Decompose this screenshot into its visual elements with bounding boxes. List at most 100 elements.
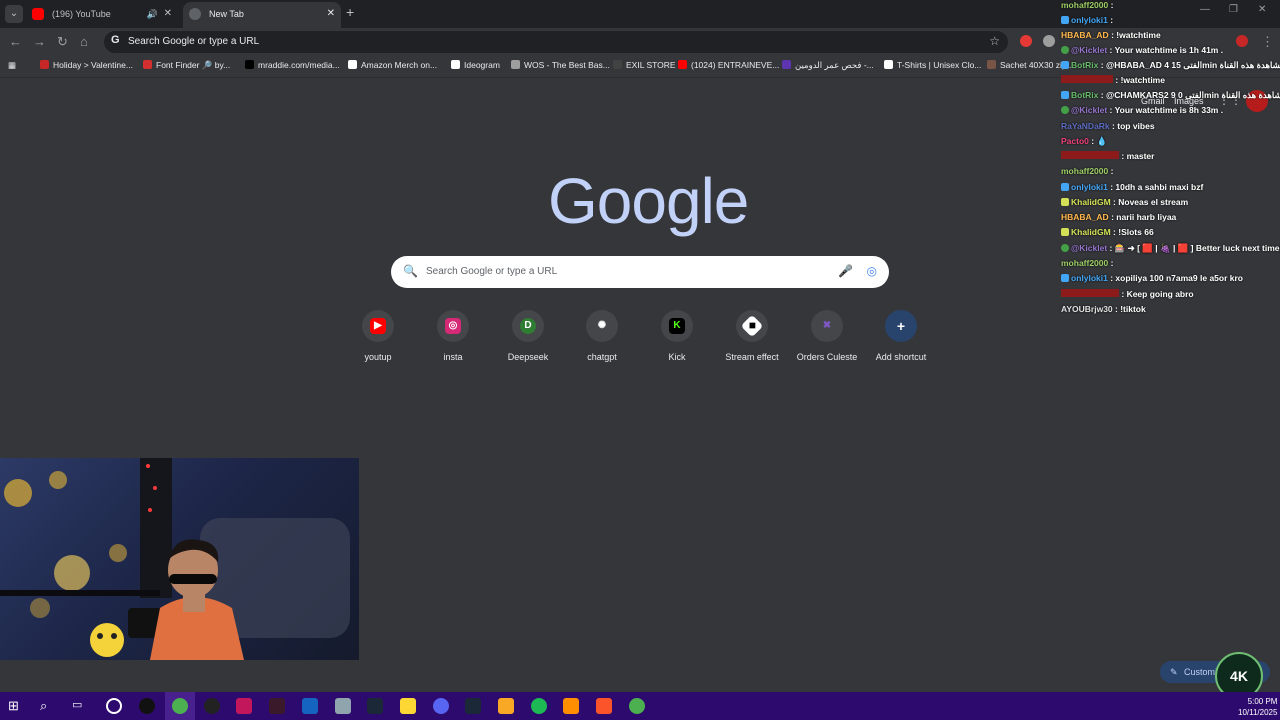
chat-message: @Kicklet : 🎰 ➜ [ 🟥 | 🍇 | 🟥 ] Better luck…	[1061, 243, 1280, 254]
address-bar[interactable]: G Search Google or type a URL ☆	[104, 31, 1008, 53]
bookmark-item[interactable]: (1024) ENTRAINEVE...	[678, 60, 779, 70]
reload-icon[interactable]: ↻	[57, 34, 68, 50]
shortcut-orders-culeste[interactable]: ✖ Orders Culeste	[787, 310, 867, 362]
bookmark-item[interactable]: T-Shirts | Unisex Clo...	[884, 60, 981, 70]
files-icon[interactable]	[498, 698, 514, 714]
chat-message: @Kicklet : Your watchtime is 1h 41m .	[1061, 45, 1223, 55]
bookmark-item[interactable]: Font Finder 🔎 by...	[143, 60, 230, 71]
microphone-icon[interactable]: 🎤	[838, 264, 853, 278]
bookmark-item[interactable]: فحص عمر الدومين -...	[782, 60, 874, 71]
chat-message: BotRix : @CHAMKARS2 9 الفتى 0min مشاهدة …	[1061, 90, 1280, 101]
chat-message: : Keep going abro	[1061, 289, 1194, 299]
bookmark-item[interactable]: Amazon Merch on...	[348, 60, 437, 70]
speaker-icon[interactable]: 🔊	[147, 2, 158, 26]
google-logo: Google	[548, 165, 749, 237]
bookmark-item[interactable]: Holiday > Valentine...	[40, 60, 133, 70]
system-clock[interactable]: 5:00 PM 10/11/2025	[1238, 696, 1277, 718]
explorer-icon[interactable]	[400, 698, 416, 714]
shortcut-kick[interactable]: K Kick	[637, 310, 717, 362]
app-icon[interactable]	[335, 698, 351, 714]
chat-message: onlyloki1 : xopiliya 100 n7ama9 le a5or …	[1061, 273, 1243, 283]
shortcut-stream-effect[interactable]: ◆ Stream effect	[712, 310, 792, 362]
app-icon[interactable]	[269, 698, 285, 714]
bookmark-star-icon[interactable]: ☆	[989, 34, 1000, 48]
bookmark-favicon-icon	[451, 60, 460, 69]
stream-chat-overlay: mohaff2000 : onlyloki1 : HBABA_AD : !wat…	[1058, 0, 1280, 320]
address-input[interactable]: Search Google or type a URL	[128, 36, 259, 47]
bookmark-item[interactable]: WOS - The Best Bas...	[511, 60, 610, 70]
cortana-icon[interactable]	[106, 698, 122, 714]
chat-message: RaYaNDaRk : top vibes	[1061, 121, 1155, 131]
home-icon[interactable]: ⌂	[80, 34, 88, 49]
drop-emote-icon: 💧	[1096, 136, 1108, 146]
forward-icon[interactable]: →	[33, 34, 46, 49]
chat-message: HBABA_AD : !watchtime	[1061, 30, 1161, 40]
badge-icon	[1061, 91, 1069, 99]
new-tab-button[interactable]: +	[346, 4, 354, 20]
search-icon[interactable]: ⌕	[40, 698, 56, 714]
google-icon: G	[111, 34, 120, 46]
close-tab-icon[interactable]: ✕	[327, 2, 335, 26]
bookmark-item[interactable]: mraddie.com/media...	[245, 60, 340, 70]
chrome-icon[interactable]	[172, 698, 188, 714]
youtube-icon	[32, 8, 44, 20]
steam-icon[interactable]	[367, 698, 383, 714]
windows-icon[interactable]: ⊞	[8, 698, 24, 714]
bookmark-item[interactable]: EXIL STORE	[613, 60, 676, 70]
webcam-scene	[0, 458, 350, 660]
chat-message: : !watchtime	[1061, 75, 1165, 85]
bookmark-favicon-icon	[613, 60, 622, 69]
taskview-icon[interactable]: ▭	[72, 698, 88, 714]
spotify-icon[interactable]	[531, 698, 547, 714]
close-tab-icon[interactable]: ✕	[164, 2, 172, 26]
webcam-overlay	[0, 458, 359, 660]
kick-icon: K	[669, 318, 685, 334]
tab-title: New Tab	[209, 9, 244, 19]
search-icon: 🔍	[403, 264, 418, 278]
culeste-icon: ✖	[822, 320, 832, 331]
taskbar: ⊞ ⌕ ▭ 5:00 PM 10/11/2025	[0, 692, 1280, 720]
extension-icon[interactable]	[1043, 35, 1055, 47]
badge-icon	[1061, 183, 1069, 191]
bookmark-favicon-icon	[678, 60, 687, 69]
app-icon[interactable]	[139, 698, 155, 714]
chat-message: KhalidGM : Noveas el stream	[1061, 197, 1188, 207]
badge-icon	[1061, 198, 1069, 206]
tab-new-tab[interactable]: New Tab ✕	[183, 2, 341, 28]
bookmark-item[interactable]: Ideogram	[451, 60, 500, 70]
chat-message: mohaff2000 :	[1061, 258, 1114, 268]
search-input[interactable]: Search Google or type a URL	[426, 266, 557, 277]
app-icon[interactable]	[302, 698, 318, 714]
extension-icon[interactable]	[1020, 35, 1032, 47]
tab-search-button[interactable]: ⌄	[5, 5, 23, 23]
add-shortcut-button[interactable]: + Add shortcut	[861, 310, 941, 362]
obs-icon[interactable]	[204, 698, 220, 714]
chat-message: BotRix : @HBABA_AD 4 الفتى 15min مشاهدة …	[1061, 60, 1280, 71]
shortcut-deepseek[interactable]: D Deepseek	[488, 310, 568, 362]
shortcut-chatgpt[interactable]: ✺ chatgpt	[562, 310, 642, 362]
chat-message: KhalidGM : !Slots 66	[1061, 227, 1154, 237]
bookmark-favicon-icon	[987, 60, 996, 69]
lens-icon[interactable]: ◎	[867, 264, 877, 278]
chat-message: @Kicklet : Your watchtime is 8h 33m .	[1061, 105, 1223, 115]
chat-message: mohaff2000 :	[1061, 0, 1114, 10]
badge-icon	[1061, 228, 1069, 236]
tab-youtube[interactable]: (196) YouTube 🔊 ✕	[26, 2, 178, 28]
verified-icon	[1061, 46, 1069, 54]
discord-icon[interactable]	[433, 698, 449, 714]
search-box[interactable]: 🔍 Search Google or type a URL 🎤 ◎	[391, 256, 889, 288]
apps-grid-icon[interactable]: ▦	[8, 60, 16, 71]
brave-icon[interactable]	[596, 698, 612, 714]
shortcut-insta[interactable]: ◎ insta	[413, 310, 493, 362]
deepseek-icon: D	[520, 318, 536, 334]
vlc-icon[interactable]	[563, 698, 579, 714]
chrome-icon[interactable]	[629, 698, 645, 714]
stream-effect-icon: ◆	[740, 314, 764, 338]
app-icon[interactable]	[236, 698, 252, 714]
steam-icon[interactable]	[465, 698, 481, 714]
back-icon[interactable]: ←	[9, 34, 22, 49]
chat-message: HBABA_AD : narii harb liyaa	[1061, 212, 1177, 222]
chat-message: Pacto0 : 💧	[1061, 136, 1108, 146]
bookmark-favicon-icon	[40, 60, 49, 69]
shortcut-youtup[interactable]: ▶ youtup	[338, 310, 418, 362]
